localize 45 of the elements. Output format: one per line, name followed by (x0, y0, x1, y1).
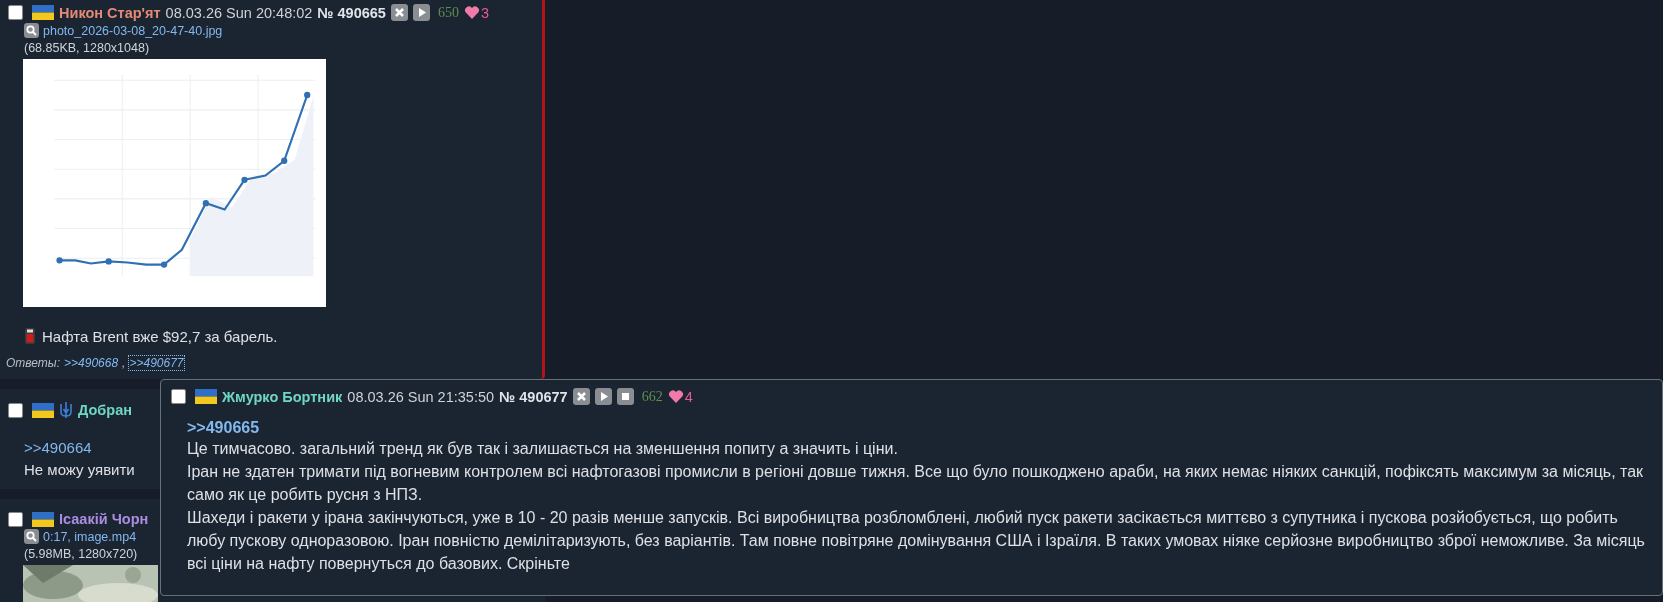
search-icon[interactable] (24, 529, 39, 544)
flag-icon (32, 5, 54, 20)
poster-name: Никон Стар'ят (59, 4, 161, 21)
play-icon[interactable] (594, 388, 612, 405)
checkbox[interactable] (171, 389, 186, 404)
checkbox[interactable] (8, 511, 23, 527)
reply-separator: , (122, 356, 126, 370)
replies-label: Ответы: (6, 356, 61, 370)
fuel-pump-icon (24, 327, 36, 345)
post-date: 08.03.26 Sun 20:48:02 (165, 4, 313, 21)
checkbox[interactable] (8, 5, 23, 20)
file-info: (5.98MB, 1280x720) (24, 547, 138, 561)
post-score: 662 (641, 388, 663, 405)
flag-icon (32, 402, 54, 418)
flag-icon (195, 389, 217, 404)
post-text: Не можу уявити (24, 461, 135, 478)
poster-name: Добран (78, 402, 132, 418)
heart-icon[interactable] (667, 389, 684, 404)
post-text: Шахеди і ракети у ірана закінчуються, уже в 10 - 20 разів менше запусків. Всі виробництва розбломблені, любий пуск ракети засікається миттєво з супутника і пускова розйобується, що робить любу пускову одноразовою. Іран повністю демілітаризують, без варіантів. Там повне повітряне домінування США і Ізраїля. В таких умовах ніяке серйозне виробництво зброї неможливе. За місяць всі ціни на нафту повернуться до базових. Скріньте (187, 508, 1646, 574)
poster-name: Ісаакій Чорн (59, 511, 149, 527)
quote-link[interactable]: >>490664 (24, 439, 92, 456)
hide-icon[interactable] (390, 4, 408, 21)
like-count: 4 (684, 388, 693, 405)
post-score: 650 (437, 4, 459, 21)
heart-icon[interactable] (463, 5, 480, 20)
search-icon[interactable] (24, 23, 39, 38)
poster-name: Жмурко Бортник (222, 388, 343, 405)
file-link[interactable]: photo_2026-03-08_20-47-40.jpg (43, 23, 223, 38)
hide-icon[interactable] (572, 388, 590, 405)
reply-link[interactable]: >>490668 (63, 355, 120, 371)
play-icon[interactable] (412, 4, 430, 21)
file-link[interactable]: 0:17, image.mp4 (43, 529, 137, 544)
like-count: 3 (480, 4, 489, 21)
flag-icon (32, 511, 54, 527)
post-number[interactable]: № 490677 (499, 388, 568, 405)
stop-icon[interactable] (616, 388, 634, 405)
post-date: 08.03.26 Sun 21:35:50 (347, 388, 495, 405)
file-info: (68.85KB, 1280x1048) (24, 41, 150, 55)
quote-link[interactable]: >>490665 (187, 419, 260, 437)
checkbox[interactable] (8, 402, 23, 418)
post-text: Це тимчасово. загальний тренд як був так і залишається на зменшення попиту а значить і ціни. (187, 439, 899, 459)
post-text: Іран не здатен тримати під вогневим контролем всі нафтогазові промисли в регіоні довше тижня. Все що було пошкоджено араби, на яких немає ніяких санкцій, пофіксять максимум за місяць, так само як це робить русня з НПЗ. (187, 462, 1645, 505)
reply-link[interactable]: >>490677 (128, 355, 185, 371)
post-number[interactable]: № 490665 (317, 4, 386, 21)
post-text: Нафта Brent вже $92,7 за барель. (42, 327, 278, 345)
